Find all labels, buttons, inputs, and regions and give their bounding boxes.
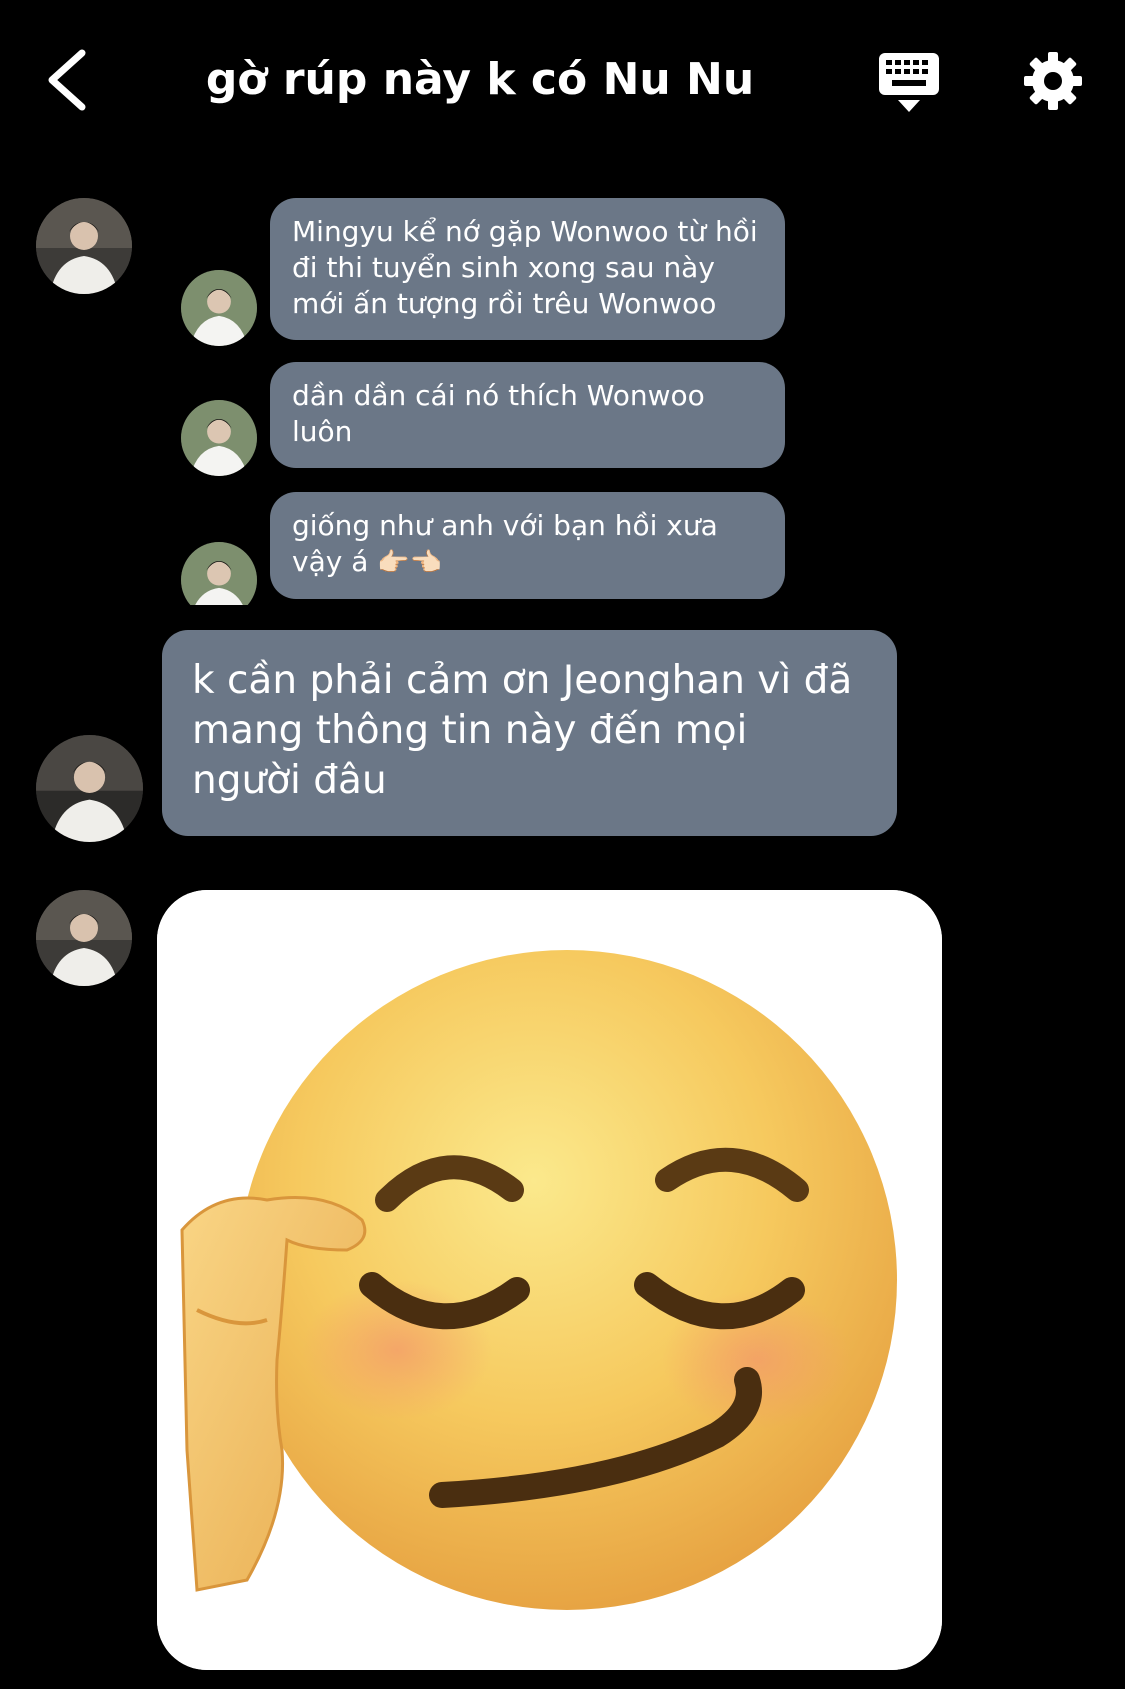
avatar-photo: [181, 270, 257, 346]
avatar[interactable]: [36, 890, 132, 986]
avatar[interactable]: [181, 270, 257, 346]
back-button[interactable]: [40, 45, 100, 115]
settings-button[interactable]: [1020, 48, 1086, 114]
avatar-photo: [181, 542, 257, 605]
avatar[interactable]: [181, 400, 257, 476]
message-text: giống như anh với bạn hồi xưa vậy á: [292, 509, 718, 578]
sticker-message[interactable]: [157, 890, 942, 1670]
gear-icon: [1024, 52, 1082, 110]
keyboard-button[interactable]: [876, 50, 942, 116]
message-bubble[interactable]: k cần phải cảm ơn Jeonghan vì đã mang th…: [162, 630, 897, 836]
message-text: k cần phải cảm ơn Jeonghan vì đã mang th…: [192, 658, 853, 803]
message-text: Mingyu kể nớ gặp Wonwoo từ hồi đi thi tu…: [292, 215, 758, 320]
quoted-messages: Mingyu kể nớ gặp Wonwoo từ hồi đi thi tu…: [0, 180, 1125, 605]
avatar[interactable]: [181, 542, 257, 605]
smirking-face-sticker: [157, 890, 942, 1670]
message-text: dần dần cái nó thích Wonwoo luôn: [292, 379, 705, 448]
keyboard-icon: [879, 53, 939, 112]
chevron-left-icon: [48, 49, 86, 111]
message-bubble[interactable]: giống như anh với bạn hồi xưa vậy á 👉🏻👈🏻: [270, 492, 785, 599]
pointing-fingers-emoji: 👉🏻👈🏻: [377, 548, 443, 578]
avatar[interactable]: [36, 735, 143, 842]
chat-header: gờ rúp này k có Nu Nu: [0, 0, 1125, 160]
avatar-photo: [36, 890, 132, 986]
message-bubble[interactable]: Mingyu kể nớ gặp Wonwoo từ hồi đi thi tu…: [270, 198, 785, 340]
avatar-photo: [36, 735, 143, 842]
page-title: gờ rúp này k có Nu Nu: [205, 54, 755, 105]
message-bubble[interactable]: dần dần cái nó thích Wonwoo luôn: [270, 362, 785, 468]
avatar-photo: [181, 400, 257, 476]
